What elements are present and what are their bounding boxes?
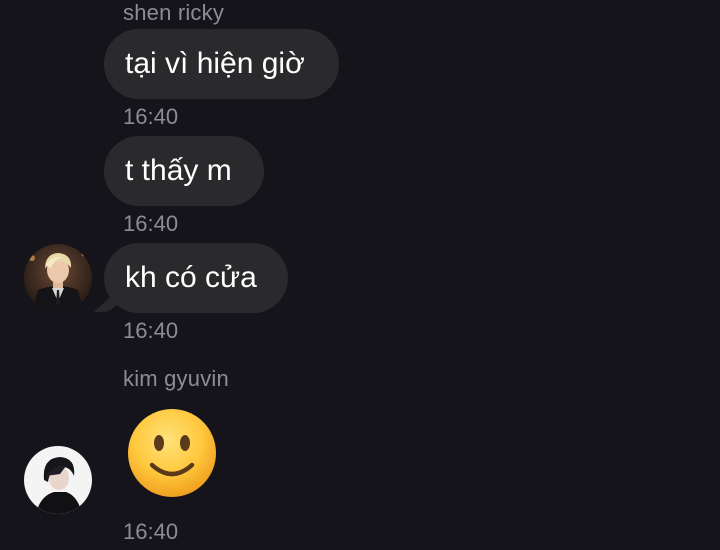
message-timestamp: 16:40 [123, 318, 179, 343]
message-bubble[interactable]: kh có cửa [104, 243, 288, 313]
message-text: t thấy m [125, 154, 232, 187]
message-timestamp: 16:40 [123, 519, 179, 544]
avatar-shen-ricky[interactable] [24, 244, 92, 312]
avatar-kim-gyuvin[interactable] [24, 446, 92, 514]
sender-name-kim-gyuvin: kim gyuvin [123, 366, 229, 391]
chat-thread: shen ricky tại vì hiện giờ 16:40 t thấy … [0, 0, 720, 550]
slightly-smiling-face-icon[interactable] [126, 407, 218, 499]
message-timestamp: 16:40 [123, 211, 179, 236]
message-timestamp: 16:40 [123, 104, 179, 129]
message-text: tại vì hiện giờ [125, 47, 305, 80]
message-bubble[interactable]: tại vì hiện giờ [104, 29, 339, 99]
message-bubble[interactable]: t thấy m [104, 136, 264, 206]
sender-name-shen-ricky: shen ricky [123, 0, 225, 25]
message-text: kh có cửa [125, 261, 257, 294]
